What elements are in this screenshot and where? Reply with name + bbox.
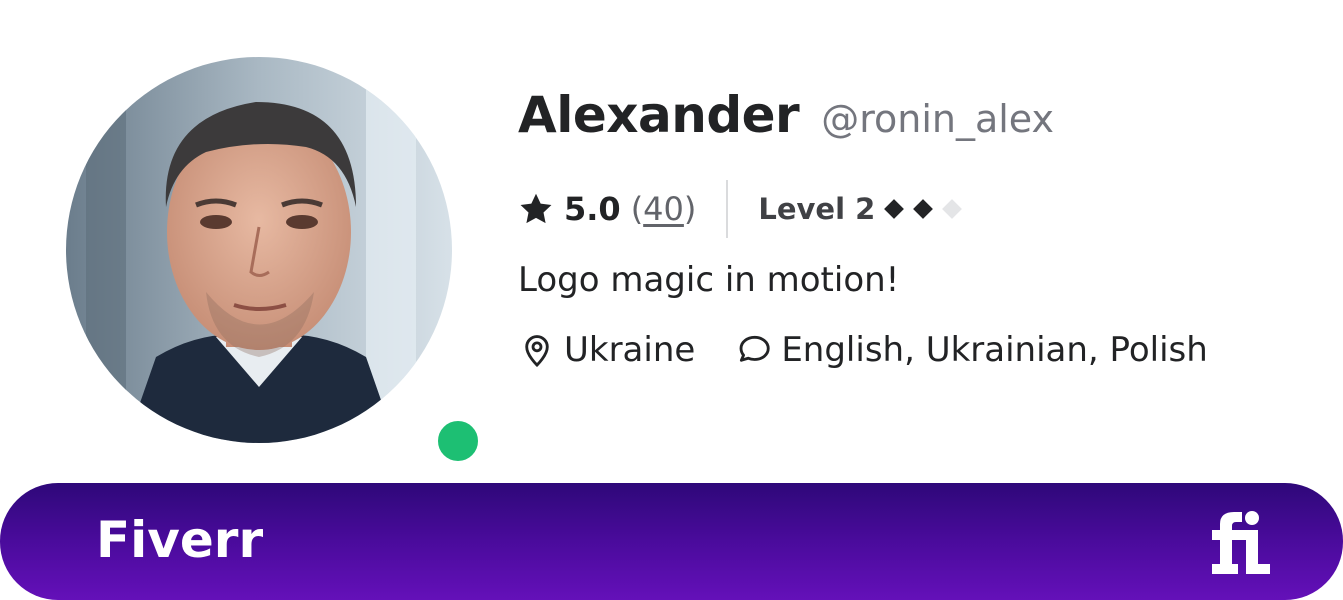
seller-username: @ronin_alex — [821, 97, 1055, 141]
seller-tagline: Logo magic in motion! — [518, 260, 900, 300]
level-diamond-filled — [913, 199, 934, 219]
review-count-number[interactable]: 40 — [643, 190, 684, 228]
rating-row: 5.0 (40) Level 2 — [518, 180, 1308, 238]
seller-info: Alexander @ronin_alex 5.0 (40) Level 2 L… — [518, 86, 1308, 370]
review-count-close: ) — [683, 190, 697, 228]
seller-name[interactable]: Alexander — [518, 86, 800, 144]
level-diamonds — [883, 198, 970, 220]
online-status-indicator — [432, 415, 484, 467]
fiverr-banner: Fiverr — [0, 483, 1343, 600]
divider — [726, 180, 729, 238]
seller-card: Alexander @ronin_alex 5.0 (40) Level 2 L… — [0, 0, 1343, 600]
avatar-container[interactable] — [66, 57, 484, 467]
avatar[interactable] — [66, 57, 452, 443]
name-row: Alexander @ronin_alex — [518, 86, 1308, 160]
brand-name: Fiverr — [96, 511, 264, 569]
map-pin-icon — [525, 335, 549, 368]
star-icon — [520, 193, 552, 224]
level-diamond-empty — [942, 199, 963, 219]
meta-row: Ukraine English, Ukrainian, Polish — [518, 330, 1308, 370]
review-count[interactable]: (40) — [631, 190, 697, 228]
languages-text: English, Ukrainian, Polish — [781, 330, 1208, 370]
speech-bubble-icon — [739, 335, 770, 362]
languages: English, Ukrainian, Polish — [735, 330, 1208, 370]
level-diamond-filled — [884, 199, 905, 219]
location-text: Ukraine — [564, 330, 696, 370]
seller-level: Level 2 — [758, 192, 876, 226]
fiverr-logo-icon — [1212, 511, 1270, 574]
location: Ukraine — [518, 330, 695, 370]
rating-value: 5.0 — [564, 190, 621, 228]
review-count-open: ( — [630, 190, 644, 228]
